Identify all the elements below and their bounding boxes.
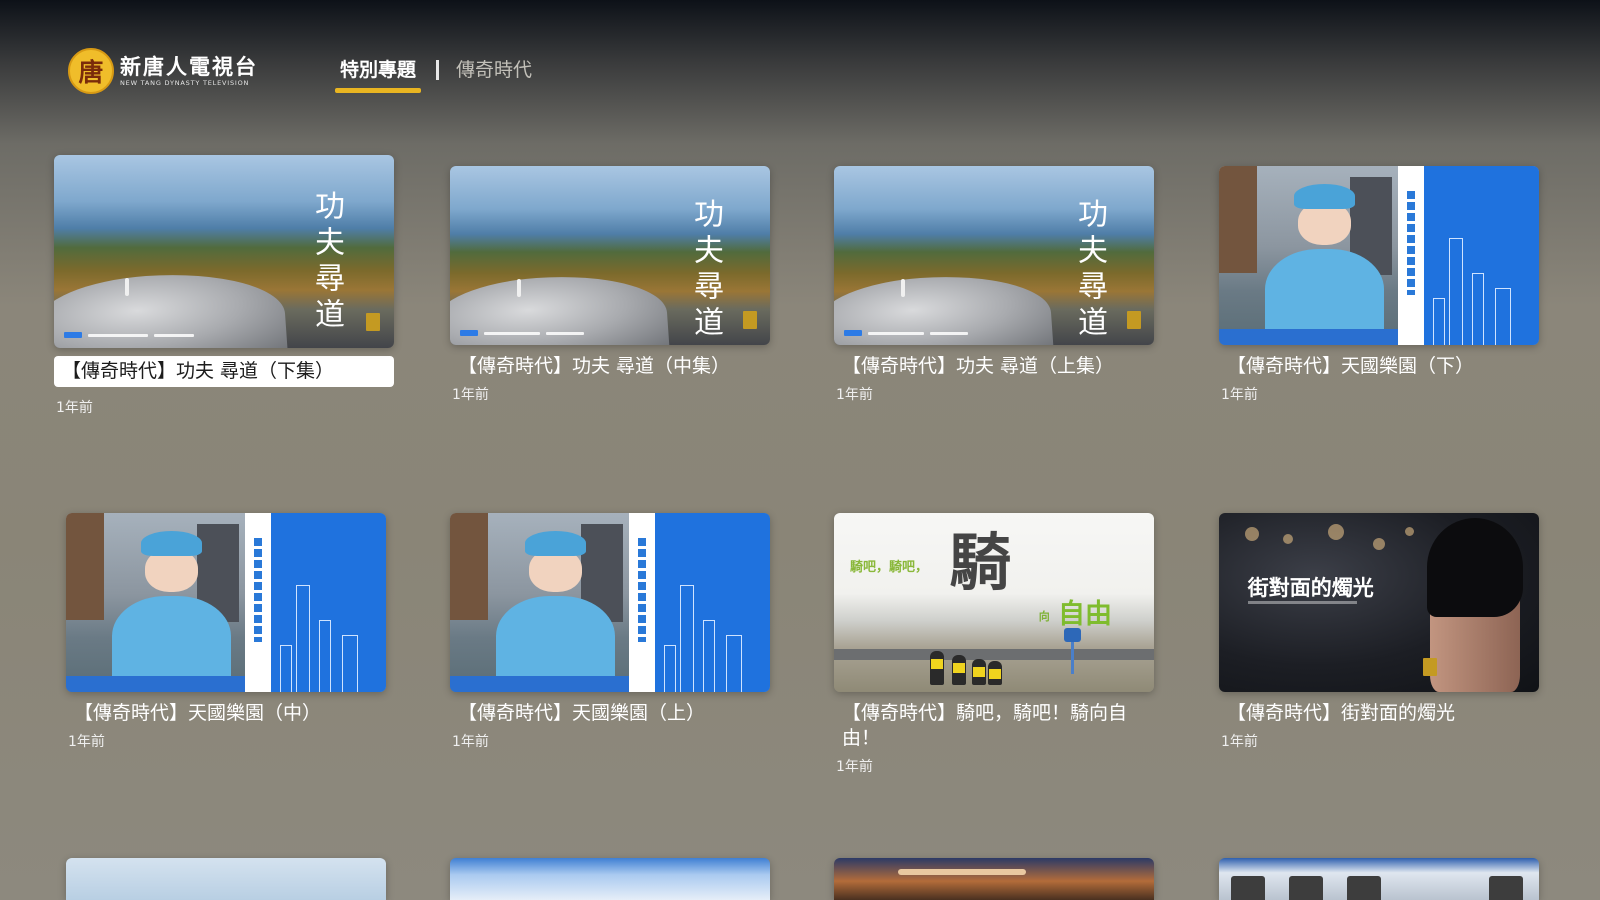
video-thumbnail bbox=[1219, 858, 1539, 900]
thumbnail-title: 街對面的燭光 bbox=[1247, 575, 1374, 601]
video-card-row3-2[interactable] bbox=[450, 858, 770, 900]
video-thumbnail: 街對面的燭光 bbox=[1219, 513, 1539, 692]
video-time: 1年前 bbox=[836, 387, 873, 403]
video-time: 1年前 bbox=[56, 400, 93, 416]
video-card-kungfu-part3[interactable]: 功夫尋道 【傳奇時代】功夫 尋道（下集） 1年前 bbox=[54, 155, 394, 417]
video-time: 1年前 bbox=[452, 387, 489, 403]
video-card-paradise-part3[interactable]: 【傳奇時代】天國樂園（下） 1年前 bbox=[1219, 166, 1539, 404]
video-thumbnail bbox=[450, 513, 770, 692]
video-card-kungfu-part2[interactable]: 功夫尋道 【傳奇時代】功夫 尋道（中集） 1年前 bbox=[450, 166, 770, 404]
tab-legendary-times[interactable]: 傳奇時代 bbox=[454, 58, 534, 91]
video-card-row3-1[interactable] bbox=[66, 858, 386, 900]
tab-special-topics[interactable]: 特別專題 bbox=[334, 58, 422, 93]
video-title: 【傳奇時代】功夫 尋道（上集） bbox=[842, 355, 1115, 377]
video-card-kungfu-part1[interactable]: 功夫尋道 【傳奇時代】功夫 尋道（上集） 1年前 bbox=[834, 166, 1154, 404]
video-card-ride-to-freedom[interactable]: 騎吧，騎吧， 騎 向 自由 【傳奇時代】騎吧，騎吧！騎向自由！ 1年前 bbox=[834, 513, 1154, 776]
ntd-badge-icon bbox=[743, 310, 758, 329]
video-time: 1年前 bbox=[1221, 734, 1258, 750]
video-thumbnail bbox=[66, 513, 386, 692]
thumbnail-title: 騎 bbox=[949, 525, 1011, 599]
top-nav: 特別專題 傳奇時代 bbox=[334, 58, 534, 93]
logo-text: 新唐人電視台 NEW TANG DYNASTY TELEVISION bbox=[120, 54, 258, 88]
video-title: 【傳奇時代】天國樂園（中） bbox=[74, 702, 322, 724]
ntd-badge-icon bbox=[1422, 657, 1437, 676]
video-time: 1年前 bbox=[1221, 387, 1258, 403]
video-thumbnail: 騎吧，騎吧， 騎 向 自由 bbox=[834, 513, 1154, 692]
logo-english-name: NEW TANG DYNASTY TELEVISION bbox=[120, 79, 250, 87]
video-title: 【傳奇時代】街對面的燭光 bbox=[1227, 702, 1456, 724]
video-thumbnail bbox=[66, 858, 386, 900]
thumbnail-connector: 向 bbox=[1038, 609, 1050, 623]
logo-seal-icon: 唐 bbox=[68, 48, 114, 94]
thumbnail-subtitle: 騎吧，騎吧， bbox=[850, 559, 929, 575]
video-time: 1年前 bbox=[68, 734, 105, 750]
video-thumbnail bbox=[450, 858, 770, 900]
video-title: 【傳奇時代】天國樂園（上） bbox=[458, 702, 706, 724]
thumbnail-title: 功夫尋道 bbox=[688, 198, 723, 343]
video-title: 【傳奇時代】天國樂園（下） bbox=[1227, 355, 1475, 377]
video-card-row3-4[interactable] bbox=[1219, 858, 1539, 900]
video-thumbnail: 功夫尋道 bbox=[54, 155, 394, 348]
video-card-row3-3[interactable] bbox=[834, 858, 1154, 900]
video-thumbnail bbox=[834, 858, 1154, 900]
video-title: 【傳奇時代】功夫 尋道（下集） bbox=[54, 356, 394, 387]
video-thumbnail: 功夫尋道 bbox=[834, 166, 1154, 345]
nav-divider bbox=[436, 60, 440, 80]
video-card-paradise-part1[interactable]: 【傳奇時代】天國樂園（上） 1年前 bbox=[450, 513, 770, 751]
video-time: 1年前 bbox=[836, 759, 873, 775]
video-title: 【傳奇時代】功夫 尋道（中集） bbox=[458, 355, 731, 377]
ntd-badge-icon bbox=[1127, 310, 1142, 329]
video-thumbnail bbox=[1219, 166, 1539, 345]
video-time: 1年前 bbox=[452, 734, 489, 750]
ntd-badge-icon bbox=[366, 312, 381, 331]
thumbnail-title: 功夫尋道 bbox=[1072, 198, 1107, 343]
video-thumbnail: 功夫尋道 bbox=[450, 166, 770, 345]
video-card-candlelight[interactable]: 街對面的燭光 【傳奇時代】街對面的燭光 1年前 bbox=[1219, 513, 1539, 751]
thumbnail-freedom: 自由 bbox=[1058, 598, 1112, 630]
video-title: 【傳奇時代】騎吧，騎吧！騎向自由！ bbox=[842, 702, 1128, 749]
ntd-logo: 唐 新唐人電視台 NEW TANG DYNASTY TELEVISION bbox=[68, 48, 258, 94]
logo-chinese-name: 新唐人電視台 bbox=[120, 54, 258, 79]
video-card-paradise-part2[interactable]: 【傳奇時代】天國樂園（中） 1年前 bbox=[66, 513, 386, 751]
thumbnail-title: 功夫尋道 bbox=[309, 189, 344, 334]
